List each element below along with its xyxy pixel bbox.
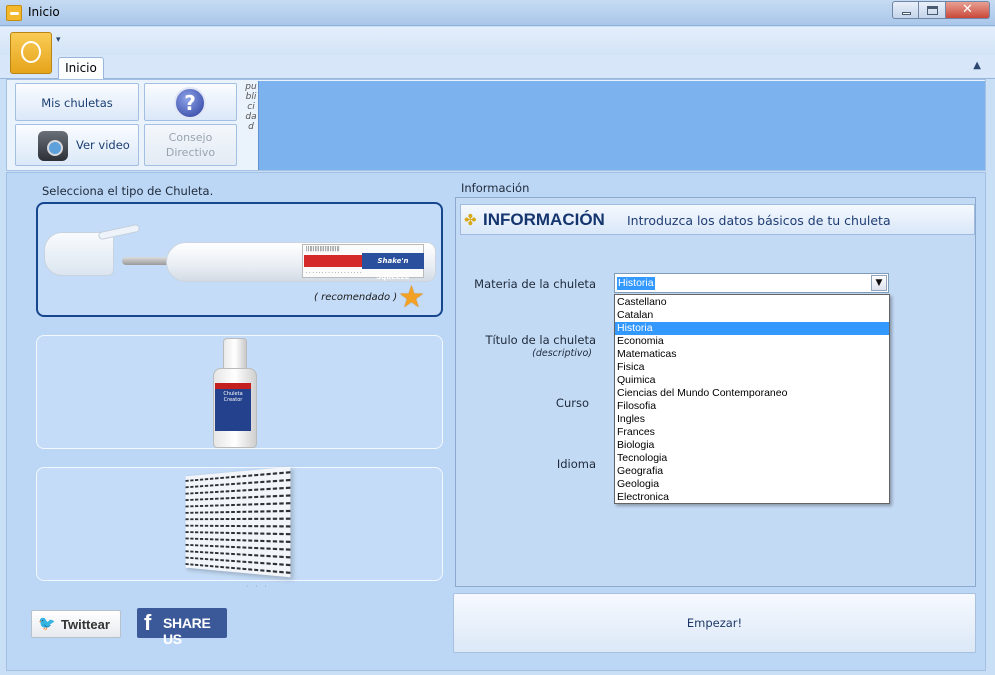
qat-customize-icon[interactable]: ▾ <box>56 35 61 45</box>
materia-option[interactable]: Economia <box>615 335 889 348</box>
twitter-bird-icon: 🐦 <box>38 616 56 632</box>
info-header-title: INFORMACIÓN <box>483 210 605 229</box>
twitter-label: Twittear <box>61 617 110 632</box>
materia-option[interactable]: Fisica <box>615 361 889 374</box>
twitter-button[interactable]: 🐦 Twittear <box>31 610 121 638</box>
facebook-f-icon: f <box>144 610 152 635</box>
publicidad-label: publicidad <box>245 82 257 132</box>
consejo-line2: Directivo <box>165 146 216 159</box>
help-button[interactable]: ? <box>144 83 237 121</box>
minimize-icon <box>902 12 911 15</box>
collapse-ribbon-icon[interactable]: ▲ <box>973 60 981 71</box>
select-type-label: Selecciona el tipo de Chuleta. <box>42 184 214 198</box>
minimize-button[interactable] <box>892 1 919 19</box>
materia-option[interactable]: Geografia <box>615 465 889 478</box>
ver-video-button[interactable]: Ver video <box>15 124 139 166</box>
maximize-button[interactable] <box>919 1 946 19</box>
tab-inicio[interactable]: Inicio <box>58 57 104 80</box>
recommended-label: ( recomendado ) <box>314 292 398 303</box>
puzzle-icon: ✤ <box>464 211 477 229</box>
titulo-sublabel: (descriptivo) <box>532 348 592 359</box>
materia-select[interactable]: Historia ▼ <box>614 273 889 293</box>
pen-fineprint: · · · · · · · · · · · · · · · · · · <box>306 270 362 276</box>
info-header-subtitle: Introduzca los datos básicos de tu chule… <box>627 213 891 228</box>
star-icon: ★ <box>398 280 425 315</box>
pen-barcode: |||||||||||||||||||| <box>306 246 340 252</box>
correction-bottle-image: Chuleta Creator <box>211 338 259 448</box>
app-title-icon <box>6 5 22 21</box>
titulo-label: Título de la chuleta <box>485 333 596 347</box>
title-bar: Inicio ✕ <box>0 0 995 26</box>
pen-clip-image <box>97 223 141 241</box>
bottle-label: Chuleta Creator <box>215 383 251 431</box>
materia-option[interactable]: Matematicas <box>615 348 889 361</box>
maximize-icon <box>927 6 938 15</box>
question-icon: ? <box>174 87 206 119</box>
idioma-label: Idioma <box>556 457 596 471</box>
chuleta-type-pen[interactable]: |||||||||||||||||||| Shake'n Squeeze · ·… <box>36 202 443 317</box>
advertising-area <box>258 81 985 170</box>
card-divider: · · · <box>246 582 269 591</box>
materia-dropdown-list: Castellano Catalan Historia Economia Matemat… <box>614 294 890 504</box>
materia-option[interactable]: Electronica <box>615 491 889 504</box>
pen-brand: Shake'n Squeeze <box>362 253 424 281</box>
ver-video-label: Ver video <box>76 138 130 152</box>
application-menu-button[interactable] <box>10 32 52 74</box>
quick-access-toolbar <box>0 27 995 55</box>
info-header: ✤ INFORMACIÓN Introduzca los datos básic… <box>460 204 975 235</box>
chuleta-type-paper[interactable] <box>36 466 443 581</box>
materia-option[interactable]: Historia <box>615 322 889 335</box>
materia-option[interactable]: Frances <box>615 426 889 439</box>
materia-option[interactable]: Quimica <box>615 374 889 387</box>
info-section-title: Información <box>461 181 530 195</box>
pen-tip-image <box>122 257 170 265</box>
ribbon-panel: Mis chuletas ? Ver video Consejo Directi… <box>6 79 986 171</box>
close-button[interactable]: ✕ <box>946 1 990 19</box>
curso-label: Curso <box>555 396 589 410</box>
materia-option[interactable]: Filosofia <box>615 400 889 413</box>
facebook-share-button[interactable]: f SHARE US <box>137 608 227 647</box>
bottle-cap <box>223 338 247 370</box>
materia-option[interactable]: Ciencias del Mundo Contemporaneo <box>615 387 889 400</box>
materia-option[interactable]: Geologia <box>615 478 889 491</box>
materia-selected-value: Historia <box>617 277 655 290</box>
consejo-directivo-button[interactable]: Consejo Directivo <box>144 124 237 166</box>
pen-label-image: |||||||||||||||||||| Shake'n Squeeze · ·… <box>302 244 424 281</box>
materia-option[interactable]: Biologia <box>615 439 889 452</box>
chuleta-type-bottle[interactable]: Chuleta Creator <box>36 335 443 449</box>
chevron-down-icon[interactable]: ▼ <box>871 275 887 291</box>
materia-option[interactable]: Castellano <box>615 296 889 309</box>
ribbon-tab-strip <box>0 55 995 79</box>
share-us-label: SHARE US <box>163 615 211 647</box>
mis-chuletas-button[interactable]: Mis chuletas <box>15 83 139 121</box>
start-button[interactable]: Empezar! <box>453 593 976 653</box>
materia-option[interactable]: Ingles <box>615 413 889 426</box>
moustache-icon <box>21 41 41 63</box>
materia-label: Materia de la chuleta <box>474 277 596 291</box>
window-title: Inicio <box>28 5 60 19</box>
close-icon: ✕ <box>962 2 973 17</box>
consejo-line1: Consejo <box>168 131 213 144</box>
window-controls: ✕ <box>892 1 990 19</box>
materia-option[interactable]: Tecnologia <box>615 452 889 465</box>
camera-icon <box>38 131 68 161</box>
pen-red-stripe <box>304 255 362 267</box>
cheat-paper-image <box>185 466 291 578</box>
materia-option[interactable]: Catalan <box>615 309 889 322</box>
